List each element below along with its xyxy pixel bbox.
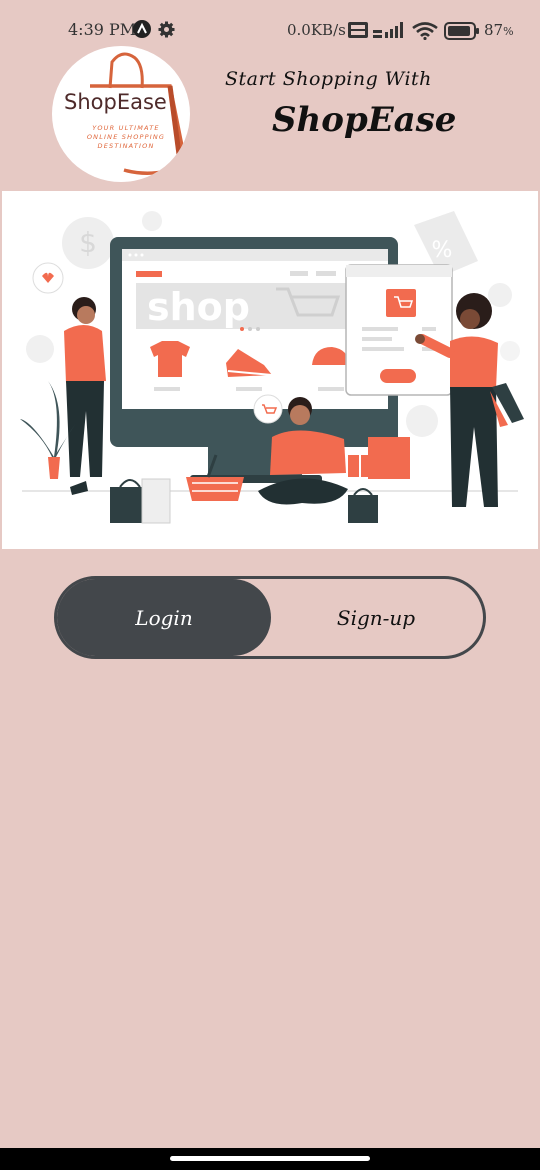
status-time: 4:39 PM xyxy=(68,20,137,39)
login-tab[interactable]: Login xyxy=(57,579,271,656)
signal-icon xyxy=(371,21,407,39)
header-title: ShopEase xyxy=(272,100,457,140)
logo-tagline: YOUR ULTIMATE ONLINE SHOPPING DESTINATIO… xyxy=(86,124,166,150)
volte-icon xyxy=(348,22,368,38)
gear-icon xyxy=(158,21,175,38)
logo-name: ShopEase xyxy=(64,90,167,114)
a-app-icon xyxy=(133,20,151,38)
shopping-illustration: $ % shop xyxy=(2,191,538,549)
signup-tab[interactable]: Sign-up xyxy=(269,579,483,656)
svg-text:%: % xyxy=(432,238,453,263)
svg-text:$: $ xyxy=(79,226,97,259)
battery-icon xyxy=(444,22,480,40)
wifi-icon xyxy=(412,22,438,41)
system-nav-bar xyxy=(0,1148,540,1170)
hero-shop-text: shop xyxy=(147,285,250,329)
shopease-logo: ShopEase YOUR ULTIMATE ONLINE SHOPPING D… xyxy=(52,46,190,182)
home-indicator[interactable] xyxy=(170,1156,370,1161)
network-speed: 0.0KB/s xyxy=(287,21,346,39)
auth-toggle: Login Sign-up xyxy=(54,576,486,659)
header-subtitle: Start Shopping With xyxy=(225,68,432,90)
battery-percent: 87% xyxy=(484,21,514,39)
